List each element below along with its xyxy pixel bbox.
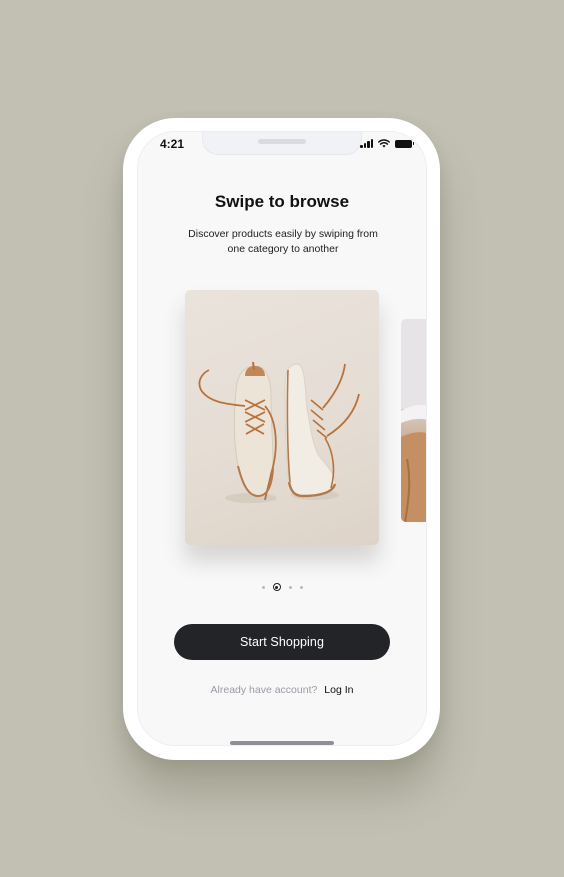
page-indicator [138, 583, 426, 591]
carousel-card-current[interactable] [185, 290, 379, 545]
speaker [258, 139, 306, 144]
login-row: Already have account? Log In [138, 684, 426, 696]
login-link[interactable]: Log In [324, 684, 353, 696]
sneakers-photo [198, 361, 360, 503]
page-dot[interactable] [299, 585, 303, 589]
login-prompt: Already have account? [210, 684, 318, 696]
person-photo [401, 319, 426, 522]
page-dot-active[interactable] [272, 583, 281, 591]
page-dot[interactable] [261, 585, 265, 589]
app-screen: 4:21 Swipe to browse Discover products e… [137, 131, 427, 746]
status-time: 4:21 [160, 137, 185, 151]
status-bar: 4:21 [138, 132, 426, 156]
carousel-card-next[interactable] [401, 319, 426, 522]
home-indicator[interactable] [230, 741, 334, 745]
page-dot[interactable] [288, 585, 292, 589]
page-subtitle: Discover products easily by swiping from… [188, 228, 378, 255]
signal-icon [360, 139, 373, 148]
battery-icon [395, 139, 414, 148]
status-icons [360, 139, 414, 148]
start-shopping-button[interactable]: Start Shopping [174, 624, 390, 660]
wifi-icon [378, 139, 390, 148]
page-title: Swipe to browse [214, 192, 350, 211]
